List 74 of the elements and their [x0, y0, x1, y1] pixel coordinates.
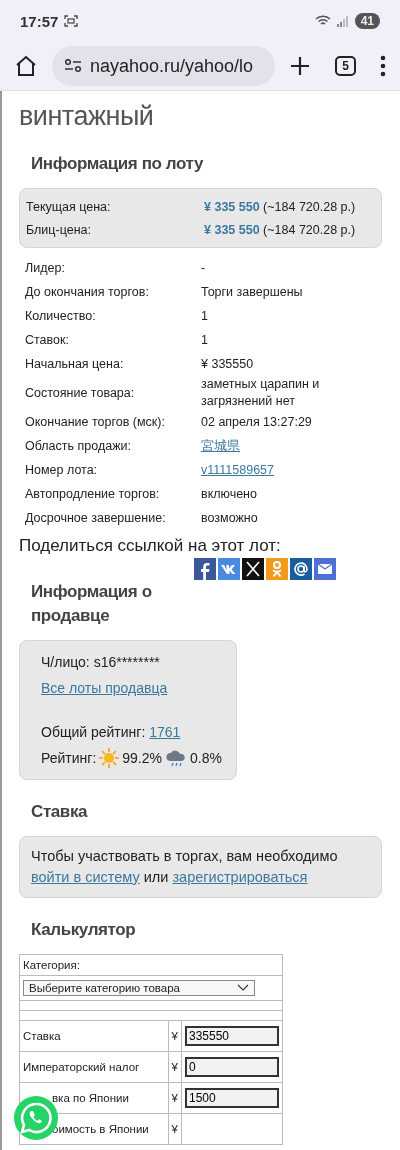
login-notice: Чтобы участвовать в торгах, вам необходимо войти в систему или зарегистрироваться	[19, 836, 382, 898]
info-value: включено	[201, 485, 258, 503]
table-cell: ¥	[168, 1113, 182, 1145]
price-value: ¥ 335 550	[204, 222, 260, 237]
info-value: заметных царапин и загрязнений нет	[201, 376, 321, 410]
menu-icon[interactable]	[380, 55, 386, 77]
total-rating-link[interactable]: 1761	[149, 724, 181, 740]
table-cell: ¥	[168, 1020, 182, 1052]
total-rating-label: Общий рейтинг:	[41, 724, 146, 740]
section-heading: Информация по лоту	[31, 153, 204, 175]
page-title: винтажный	[19, 101, 155, 132]
info-label: Количество:	[25, 309, 97, 323]
info-value: 1	[201, 307, 209, 325]
register-link[interactable]: зарегистрироваться	[172, 869, 308, 885]
converted-price: (~184 720.28 р.)	[263, 199, 356, 214]
table-cell: Категория:	[19, 954, 283, 976]
login-link[interactable]: войти в систему	[31, 869, 140, 885]
input-field[interactable]: 1500	[185, 1088, 279, 1108]
info-label: Досрочное завершение:	[25, 511, 167, 525]
share-label: Поделиться ссылкой на этот лот:	[19, 536, 282, 556]
price-value: ¥ 335 550	[204, 199, 260, 214]
positive-rating: 99.2%	[122, 749, 162, 768]
address-bar[interactable]: nayahoo.ru/yahoo/lo	[52, 46, 276, 86]
new-tab-icon[interactable]	[289, 55, 312, 77]
info-value: 1	[201, 331, 209, 349]
converted-price: (~184 720.28 р.)	[263, 222, 356, 237]
battery-indicator: 41	[354, 13, 380, 29]
table-cell: ¥	[168, 1051, 182, 1083]
phone-chat-icon	[19, 1101, 53, 1135]
info-link[interactable]: 宮城県	[201, 437, 371, 455]
info-label: Автопродление торгов:	[25, 487, 161, 501]
screenshot-icon	[64, 15, 79, 27]
section-heading: Информация о продавце	[31, 581, 153, 627]
info-label: Ставок:	[25, 333, 70, 347]
info-value: 02 апреля 13:27:29	[201, 413, 313, 431]
info-label: Начальная цена:	[25, 357, 125, 371]
rating-label: Рейтинг:	[41, 749, 97, 768]
info-link[interactable]: v1111589657	[201, 461, 371, 479]
mail-share-icon[interactable]	[314, 558, 336, 580]
category-dropdown[interactable]: Выберите категорию товара	[23, 980, 255, 996]
section-heading: Калькулятор	[31, 919, 137, 941]
info-value: -	[201, 259, 207, 277]
home-icon[interactable]	[14, 54, 38, 78]
price-label: Блиц-цена:	[26, 222, 92, 237]
facebook-share-icon[interactable]	[194, 558, 216, 580]
info-label: Окончание торгов (мск):	[25, 415, 166, 429]
info-value: Торги завершены	[201, 283, 304, 301]
info-label: Лидер:	[25, 261, 66, 275]
seller-name: Ч/лицо: s16********	[41, 653, 161, 672]
price-label: Текущая цена:	[26, 199, 112, 214]
status-time: 17:57	[20, 12, 59, 30]
input-field[interactable]: 335550	[185, 1026, 279, 1046]
table-cell: ¥	[168, 1082, 182, 1114]
info-label: До окончания торгов:	[25, 285, 150, 299]
x-share-icon[interactable]	[242, 558, 264, 580]
info-label: Область продажи:	[25, 439, 132, 453]
sun-icon	[99, 748, 120, 768]
wifi-icon	[314, 15, 331, 27]
info-value: ¥ 335550	[201, 355, 255, 373]
info-label: Номер лота:	[25, 463, 99, 477]
seller-lots-link[interactable]: Все лоты продавца	[41, 680, 168, 696]
caret-icon	[237, 984, 249, 992]
info-label: Состояние товара:	[25, 386, 136, 400]
rain-cloud-icon	[165, 748, 187, 768]
negative-rating: 0.8%	[190, 749, 222, 768]
site-settings-icon[interactable]	[64, 59, 82, 73]
tab-count-button[interactable]: 5	[335, 56, 356, 76]
signal-icon	[336, 15, 349, 27]
input-field[interactable]: 0	[185, 1057, 279, 1077]
at-sign-share-icon[interactable]	[290, 558, 312, 580]
section-heading: Ставка	[31, 801, 89, 823]
table-cell: Ставка	[19, 1020, 169, 1052]
info-value: возможно	[201, 509, 259, 527]
table-cell: Императорский налог	[19, 1051, 169, 1083]
